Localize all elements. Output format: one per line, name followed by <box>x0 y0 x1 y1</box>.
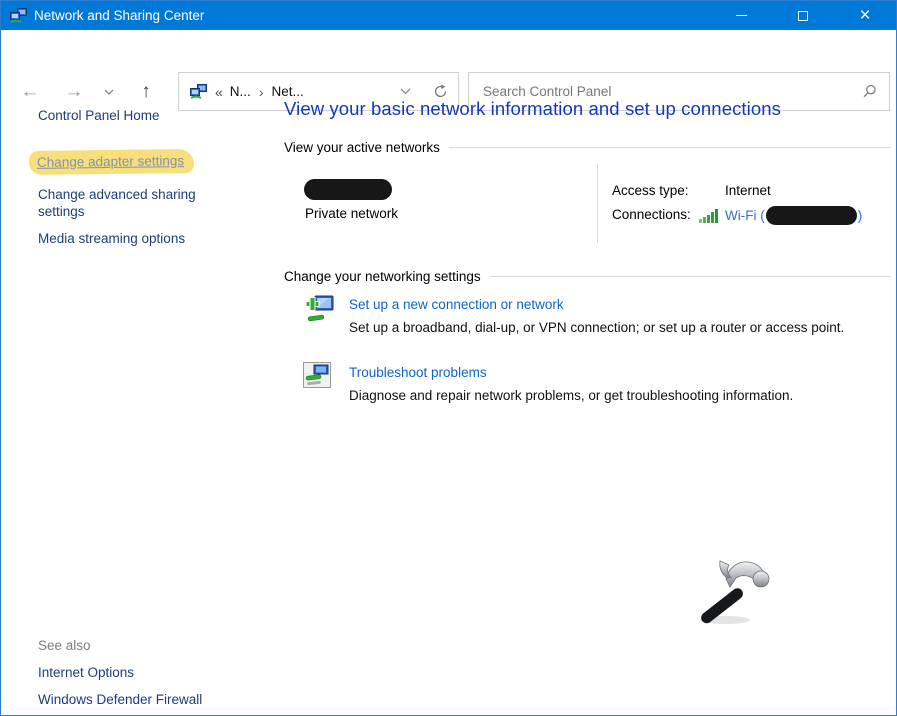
address-chevron-down-icon[interactable] <box>400 88 411 95</box>
sidebar-item-media-streaming[interactable]: Media streaming options <box>38 230 185 247</box>
wifi-connection-link[interactable]: Wi-Fi ( ) <box>725 206 862 225</box>
breadcrumb-overflow[interactable]: « <box>215 84 223 100</box>
recent-pages-chevron-down-icon[interactable] <box>99 82 119 102</box>
refresh-icon[interactable] <box>433 84 448 99</box>
see-also-header: See also <box>38 638 91 653</box>
access-type-value: Internet <box>725 183 771 198</box>
up-button[interactable]: ↑ <box>131 76 161 108</box>
section-rule <box>449 147 891 148</box>
hammer-image <box>698 552 778 630</box>
troubleshoot-description: Diagnose and repair network problems, or… <box>349 388 793 403</box>
network-type-label: Private network <box>305 206 398 221</box>
connection-name-redaction <box>766 206 857 225</box>
sidebar-item-internet-options[interactable]: Internet Options <box>38 665 134 680</box>
network-sharing-center-window: Network and Sharing Center × ← → ↑ <box>0 0 897 716</box>
troubleshoot-icon <box>303 362 331 388</box>
search-input[interactable] <box>483 84 862 99</box>
setup-connection-link[interactable]: Set up a new connection or network <box>349 297 564 312</box>
maximize-button[interactable] <box>772 1 834 30</box>
active-network-divider <box>597 164 598 243</box>
section-title: Change your networking settings <box>284 269 481 284</box>
new-connection-icon <box>303 293 335 323</box>
access-type-label: Access type: <box>612 183 689 198</box>
section-active-networks: View your active networks <box>284 140 891 155</box>
section-title: View your active networks <box>284 140 440 155</box>
page-title: View your basic network information and … <box>284 98 781 120</box>
network-name-redaction <box>304 179 392 200</box>
window-title: Network and Sharing Center <box>34 8 710 23</box>
section-networking-settings: Change your networking settings <box>284 269 891 284</box>
breadcrumb-separator[interactable]: › <box>259 84 264 100</box>
maximize-icon <box>798 11 808 21</box>
connection-name-suffix: ) <box>858 208 863 223</box>
search-icon[interactable] <box>862 84 877 99</box>
sidebar-item-change-adapter-settings[interactable]: Change adapter settings <box>29 150 194 174</box>
minimize-button[interactable] <box>710 1 772 30</box>
connections-label: Connections: <box>612 207 691 222</box>
network-icon <box>10 8 27 24</box>
close-icon: × <box>859 6 870 25</box>
minimize-icon <box>736 15 747 16</box>
highlight-annotation: Change adapter settings <box>29 149 194 175</box>
setup-connection-description: Set up a broadband, dial-up, or VPN conn… <box>349 320 844 335</box>
sidebar-item-control-panel-home[interactable]: Control Panel Home <box>38 107 160 124</box>
connection-name-prefix: Wi-Fi ( <box>725 208 765 223</box>
toolbar: ← → ↑ « N... › Net... <box>1 30 896 89</box>
troubleshoot-problems-link[interactable]: Troubleshoot problems <box>349 365 487 380</box>
breadcrumb-item-2[interactable]: Net... <box>271 84 303 99</box>
window-controls: × <box>710 1 896 30</box>
section-rule <box>490 276 891 277</box>
sidebar-item-windows-defender-firewall[interactable]: Windows Defender Firewall <box>38 692 202 707</box>
close-button[interactable]: × <box>834 1 896 30</box>
sidebar-item-change-advanced-sharing[interactable]: Change advanced sharing settings <box>38 186 228 220</box>
breadcrumb-item-1[interactable]: N... <box>230 84 251 99</box>
network-icon <box>190 84 207 100</box>
titlebar: Network and Sharing Center × <box>1 1 896 30</box>
back-button[interactable]: ← <box>15 76 45 108</box>
wifi-signal-icon <box>699 209 721 223</box>
forward-button[interactable]: → <box>59 76 89 108</box>
